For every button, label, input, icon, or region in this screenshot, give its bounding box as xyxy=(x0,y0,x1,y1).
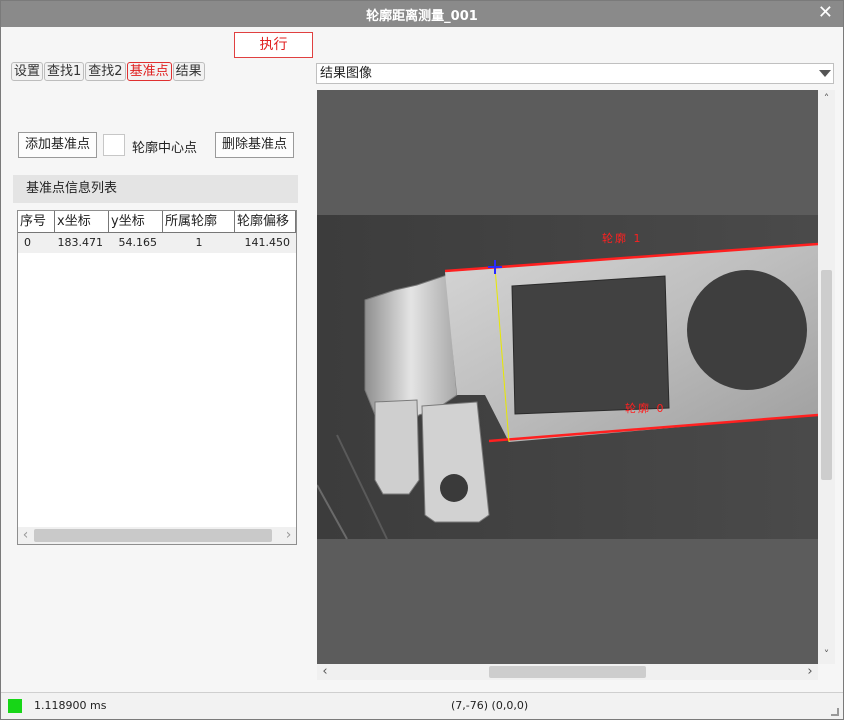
column-header-x[interactable]: x坐标 xyxy=(55,211,109,232)
reference-point-table[interactable]: 序号 x坐标 y坐标 所属轮廓 轮廓偏移 0 183.471 54.165 1 … xyxy=(17,210,297,545)
bracket-foot xyxy=(374,399,420,495)
status-indicator-icon xyxy=(8,699,22,713)
table-cell: 141.450 xyxy=(244,236,291,249)
chevron-left-icon[interactable]: ‹ xyxy=(318,664,332,680)
tab-find-1[interactable]: 查找1 xyxy=(44,62,85,81)
chevron-right-icon[interactable]: › xyxy=(803,664,817,680)
table-header-row: 序号 x坐标 y坐标 所属轮廓 轮廓偏移 xyxy=(18,211,296,233)
table-scroll-thumb[interactable] xyxy=(34,529,272,542)
column-header-contour[interactable]: 所属轮廓 xyxy=(163,211,235,232)
column-header-index[interactable]: 序号 xyxy=(18,211,55,232)
reference-list-header: 基准点信息列表 xyxy=(13,175,298,203)
chevron-left-icon[interactable]: ‹ xyxy=(18,527,33,544)
viewer-horizontal-scrollbar[interactable]: ‹ › xyxy=(317,664,818,680)
contour-center-label: 轮廓中心点 xyxy=(132,141,198,156)
execute-button[interactable]: 执行 xyxy=(234,32,313,58)
image-source-select[interactable]: 结果图像 xyxy=(316,63,834,84)
dialog-window: 轮廓距离测量_001 ✕ 执行 设置 查找1 查找2 基准点 结果 添加基准点 … xyxy=(0,0,844,720)
window-title: 轮廓距离测量_001 xyxy=(366,9,478,24)
round-hole xyxy=(687,270,807,390)
image-source-value: 结果图像 xyxy=(320,66,373,81)
image-viewer[interactable]: 轮廓 1 轮廓 0 xyxy=(317,90,818,664)
chevron-right-icon[interactable]: › xyxy=(281,527,296,544)
viewer-hscroll-thumb[interactable] xyxy=(489,666,646,678)
viewer-vscroll-thumb[interactable] xyxy=(821,270,832,480)
tab-settings[interactable]: 设置 xyxy=(11,62,44,81)
viewer-vertical-scrollbar[interactable]: ˄ ˅ xyxy=(818,90,835,664)
table-cell: 183.471 xyxy=(57,236,104,249)
result-image: 轮廓 1 轮廓 0 xyxy=(317,215,818,540)
table-cell: 0 xyxy=(24,236,31,249)
tab-bar: 设置 查找1 查找2 基准点 结果 xyxy=(11,62,206,81)
chevron-down-icon[interactable] xyxy=(819,70,831,77)
tab-reference-point[interactable]: 基准点 xyxy=(126,62,172,81)
resize-grip-icon[interactable] xyxy=(831,708,839,716)
bracket-hole xyxy=(440,474,468,502)
contour-label-0: 轮廓 0 xyxy=(625,401,666,415)
chevron-down-icon[interactable]: ˅ xyxy=(818,648,835,662)
tab-result[interactable]: 结果 xyxy=(172,62,205,81)
title-bar: 轮廓距离测量_001 ✕ xyxy=(1,1,843,27)
column-header-y[interactable]: y坐标 xyxy=(109,211,163,232)
chevron-up-icon[interactable]: ˄ xyxy=(818,92,835,106)
table-horizontal-scrollbar[interactable]: ‹ › xyxy=(18,527,296,544)
column-header-offset[interactable]: 轮廓偏移 xyxy=(235,211,296,232)
add-reference-point-button[interactable]: 添加基准点 xyxy=(18,132,97,158)
delete-reference-point-button[interactable]: 删除基准点 xyxy=(215,132,294,158)
contour-center-checkbox[interactable] xyxy=(103,134,125,156)
contour-label-1: 轮廓 1 xyxy=(602,231,643,245)
table-cell: 54.165 xyxy=(118,236,158,249)
square-window xyxy=(511,275,670,415)
execution-time: 1.118900 ms xyxy=(34,699,107,712)
status-bar: 1.118900 ms (7,-76) (0,0,0) xyxy=(1,692,843,719)
close-icon[interactable]: ✕ xyxy=(818,2,833,23)
tab-find-2[interactable]: 查找2 xyxy=(85,62,126,81)
cursor-coordinates: (7,-76) (0,0,0) xyxy=(451,699,529,712)
table-row[interactable]: 0 183.471 54.165 1 141.450 xyxy=(18,233,296,253)
table-cell: 1 xyxy=(195,236,203,249)
bracket-tab xyxy=(421,401,490,523)
